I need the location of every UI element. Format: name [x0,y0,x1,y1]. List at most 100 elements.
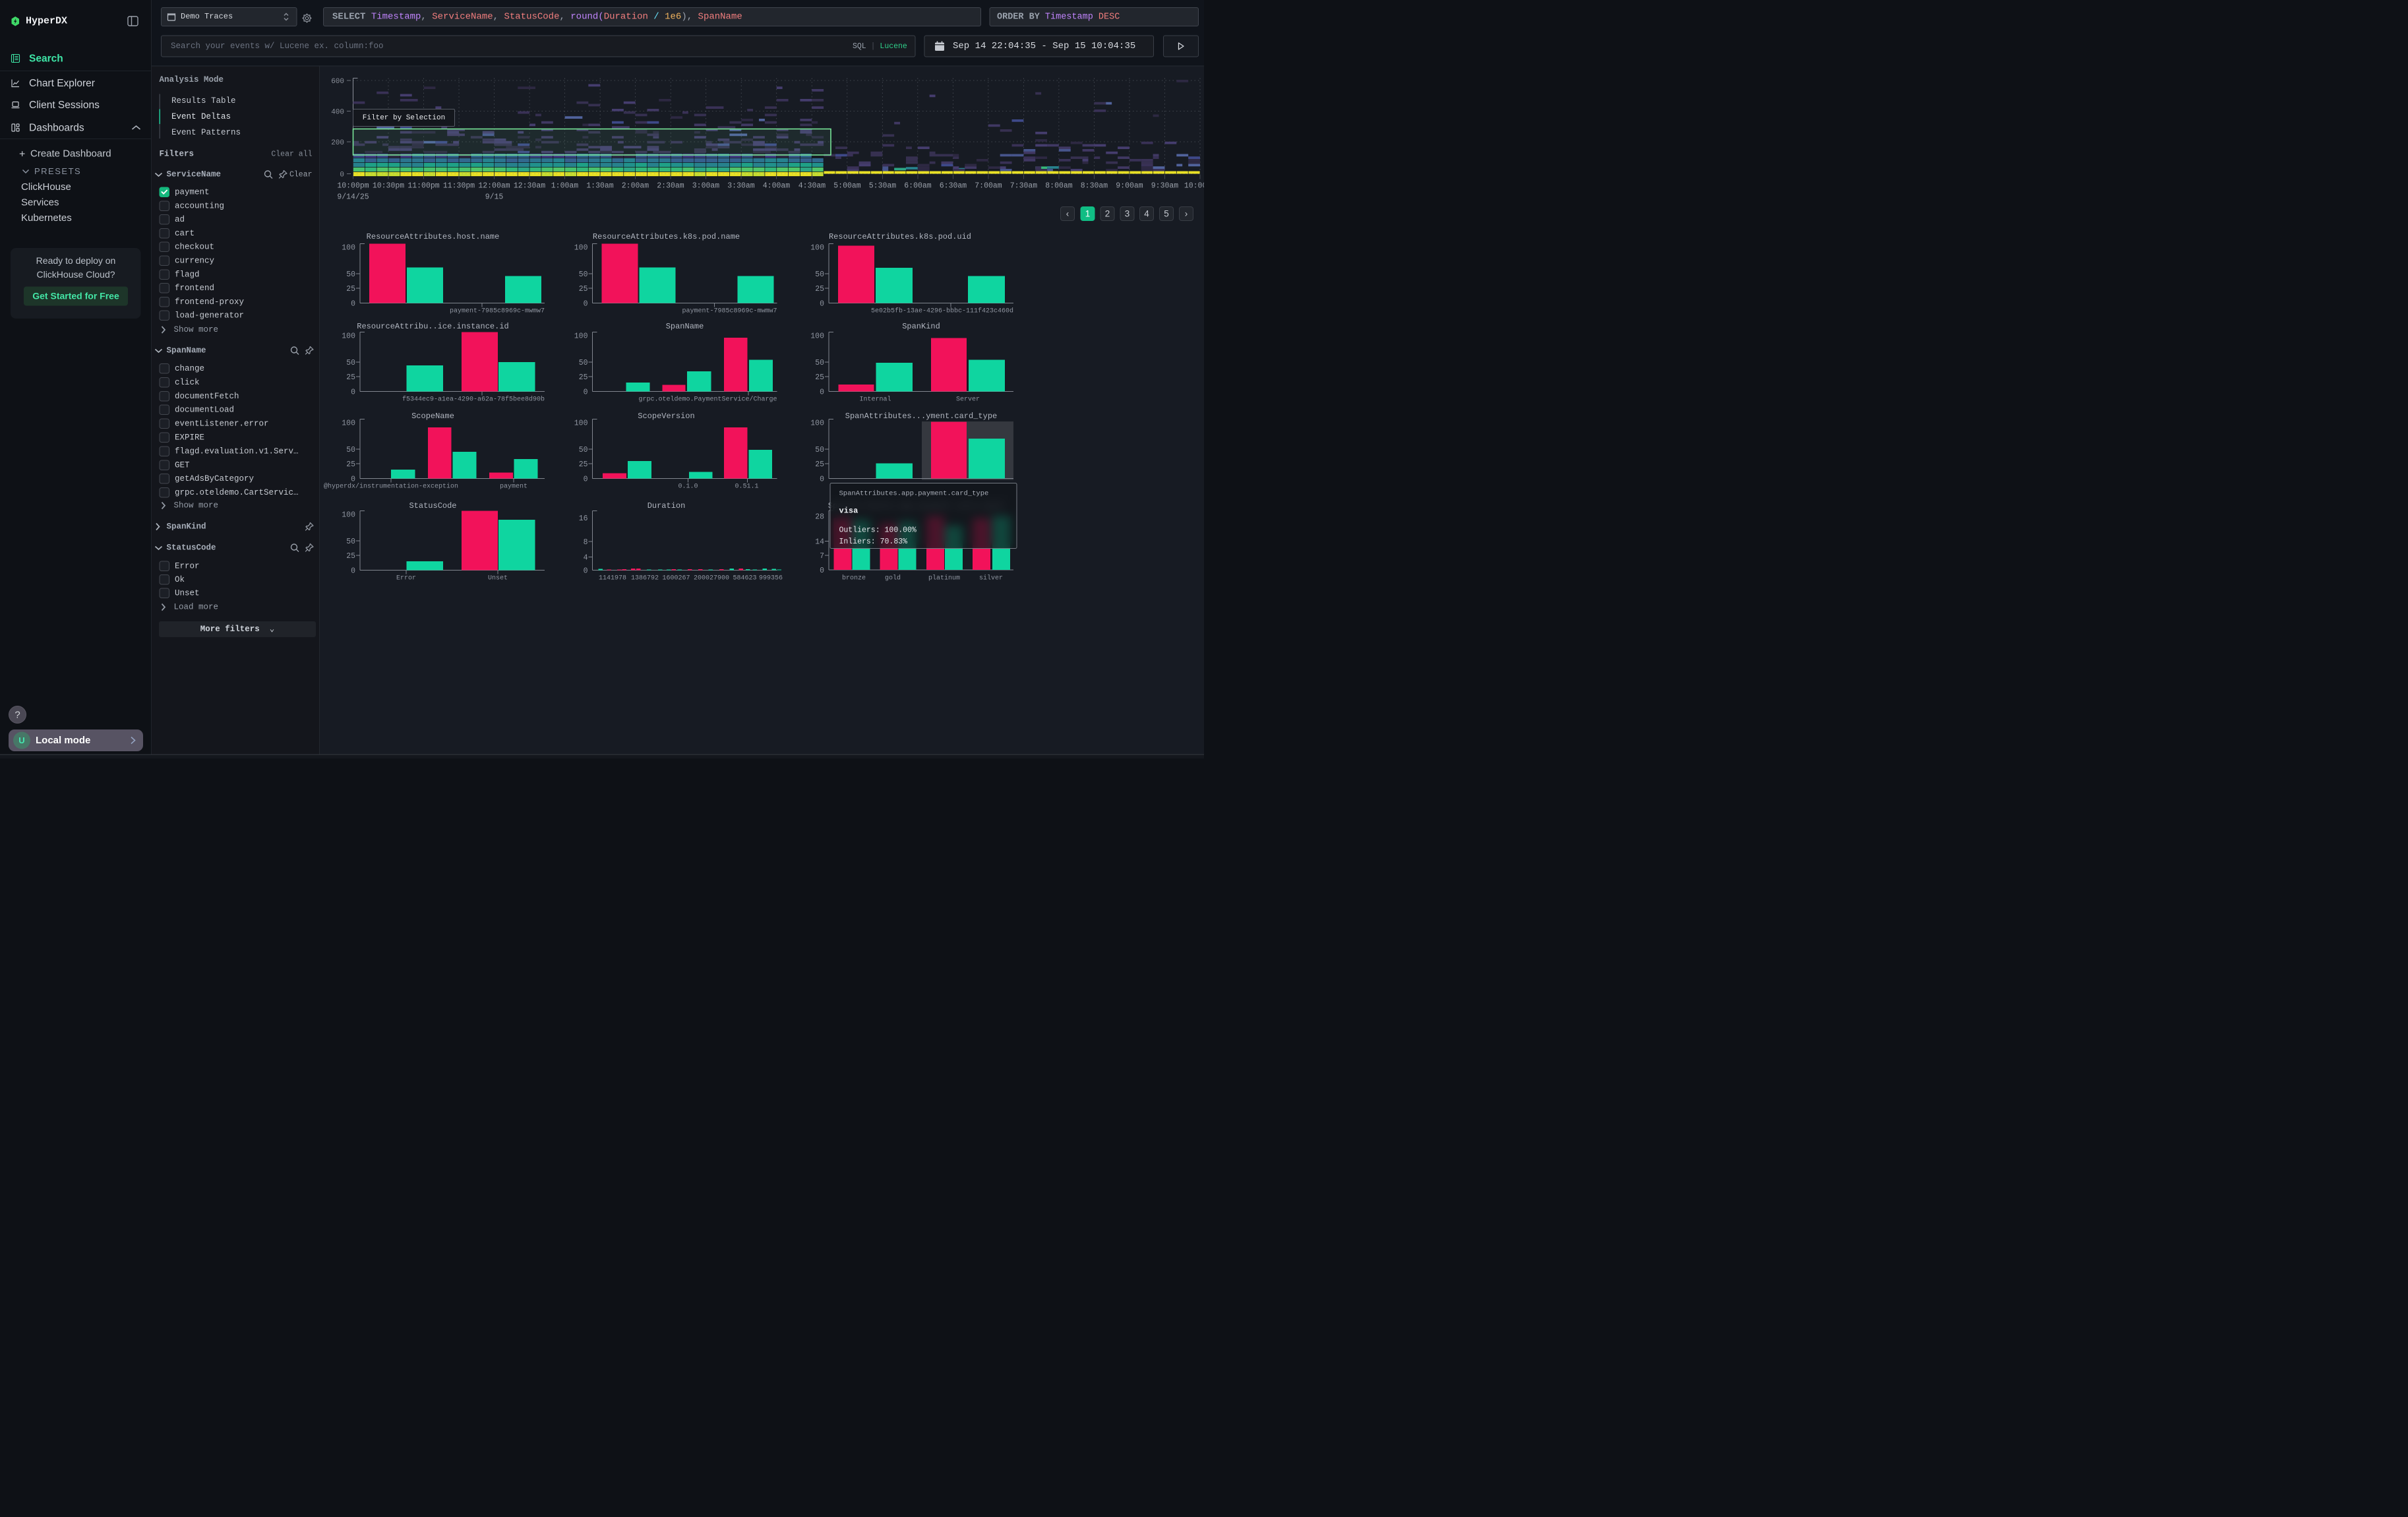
svg-text:0: 0 [584,567,588,576]
svg-text:10:00am: 10:00am [1184,182,1204,191]
svg-text:50: 50 [346,446,355,454]
svg-text:0: 0 [340,171,344,179]
svg-text:0: 0 [820,388,824,397]
svg-text:14: 14 [815,538,824,547]
svg-text:0: 0 [584,476,588,484]
svg-text:payment-7985c8969c-mwmw7: payment-7985c8969c-mwmw7 [682,308,777,315]
svg-text:gold: gold [885,574,901,582]
svg-text:ResourceAttribu..ice.instance.: ResourceAttribu..ice.instance.id [357,322,508,331]
svg-text:payment-7985c8969c-mwmw7: payment-7985c8969c-mwmw7 [450,308,545,315]
svg-text:25: 25 [815,373,824,382]
svg-text:platinum: platinum [928,574,960,582]
svg-text:8:30am: 8:30am [1081,182,1108,191]
svg-text:8:00am: 8:00am [1045,182,1073,191]
svg-text:100: 100 [574,244,588,253]
svg-text:25: 25 [579,373,588,382]
svg-text:1386792: 1386792 [631,575,659,582]
svg-text:100: 100 [342,511,355,520]
svg-text:100: 100 [342,244,355,253]
svg-text:50: 50 [815,270,824,279]
svg-text:5:30am: 5:30am [869,182,897,191]
svg-text:9:30am: 9:30am [1151,182,1179,191]
svg-text:6:30am: 6:30am [940,182,967,191]
svg-text:ResourceAttributes.host.name: ResourceAttributes.host.name [367,232,500,241]
svg-text:100: 100 [574,419,588,428]
svg-text:ScopeVersion: ScopeVersion [638,412,694,421]
svg-text:0: 0 [820,476,824,484]
svg-text:50: 50 [579,270,588,279]
svg-text:StatusCode: StatusCode [409,501,456,511]
svg-text:f5344ec9-a1ea-4290-a62a-78f5be: f5344ec9-a1ea-4290-a62a-78f5bee8d90b [402,396,545,404]
svg-text:8: 8 [584,538,588,547]
svg-text:9/14/25: 9/14/25 [337,193,369,202]
svg-text:silver: silver [979,574,1003,582]
svg-text:50: 50 [346,359,355,367]
svg-text:3:00am: 3:00am [692,182,720,191]
svg-text:1141978: 1141978 [599,575,626,582]
svg-text:50: 50 [346,270,355,279]
svg-text:10:00pm: 10:00pm [337,182,369,191]
svg-text:0.51.1: 0.51.1 [735,483,758,491]
svg-text:5:00am: 5:00am [833,182,861,191]
svg-text:10:30pm: 10:30pm [373,182,404,191]
svg-text:7: 7 [820,552,824,561]
svg-text:12:00am: 12:00am [478,182,510,191]
svg-text:Error: Error [396,575,416,582]
svg-text:100: 100 [574,332,588,341]
svg-text:25: 25 [815,460,824,469]
svg-text:1:00am: 1:00am [551,182,579,191]
svg-text:584623: 584623 [733,575,756,582]
svg-text:0.1.0: 0.1.0 [678,483,698,491]
svg-text:SpanName: SpanName [666,322,704,331]
svg-text:Duration: Duration [647,501,686,511]
svg-text:400: 400 [331,109,344,117]
svg-text:bronze: bronze [842,574,866,582]
svg-text:payment: payment [500,483,527,491]
svg-text:4:00am: 4:00am [763,182,791,191]
svg-text:6:00am: 6:00am [904,182,932,191]
svg-text:3:30am: 3:30am [727,182,755,191]
svg-text:50: 50 [579,446,588,454]
svg-text:Internal: Internal [859,396,891,404]
svg-text:100: 100 [342,419,355,428]
svg-text:0: 0 [351,300,355,309]
svg-text:0: 0 [351,476,355,484]
svg-text:ResourceAttributes.k8s.pod.nam: ResourceAttributes.k8s.pod.name [593,232,740,241]
svg-text:0: 0 [351,388,355,397]
svg-text:50: 50 [815,359,824,367]
svg-text:25: 25 [346,460,355,469]
svg-text:grpc.oteldemo.PaymentService/C: grpc.oteldemo.PaymentService/Charge [638,396,777,404]
svg-text:4:30am: 4:30am [798,182,826,191]
svg-text:9:00am: 9:00am [1116,182,1143,191]
svg-text:ResourceAttributes.k8s.pod.uid: ResourceAttributes.k8s.pod.uid [829,232,971,241]
svg-text:100: 100 [810,332,824,341]
svg-text:25: 25 [815,285,824,294]
svg-text:5e02b5fb-13ae-4296-bbbc-111f42: 5e02b5fb-13ae-4296-bbbc-111f423c460d [871,307,1013,315]
svg-text:200027900: 200027900 [694,575,729,582]
svg-text:7:30am: 7:30am [1010,182,1038,191]
svg-text:1:30am: 1:30am [586,182,614,191]
svg-text:16: 16 [579,514,588,523]
svg-text:28: 28 [815,513,824,522]
svg-text:25: 25 [346,552,355,561]
svg-text:600: 600 [331,78,344,86]
svg-text:999356: 999356 [759,575,783,582]
svg-text:0: 0 [351,567,355,576]
svg-text:2:00am: 2:00am [622,182,649,191]
svg-text:11:30pm: 11:30pm [443,182,475,191]
svg-text:50: 50 [346,538,355,546]
svg-text:100: 100 [342,332,355,341]
svg-text:50: 50 [815,446,824,454]
svg-text:0: 0 [584,300,588,309]
svg-text:100: 100 [810,419,824,428]
svg-text:2:30am: 2:30am [657,182,684,191]
svg-text:Unset: Unset [488,575,508,582]
svg-text:0: 0 [820,567,824,575]
svg-text:ScopeName: ScopeName [411,412,454,421]
svg-text:1600267: 1600267 [662,575,690,582]
svg-text:50: 50 [579,359,588,367]
svg-text:25: 25 [346,285,355,294]
svg-text:@hyperdx/instrumentation-excep: @hyperdx/instrumentation-exception [324,483,458,491]
svg-text:9/15: 9/15 [485,193,504,202]
svg-text:25: 25 [346,373,355,382]
